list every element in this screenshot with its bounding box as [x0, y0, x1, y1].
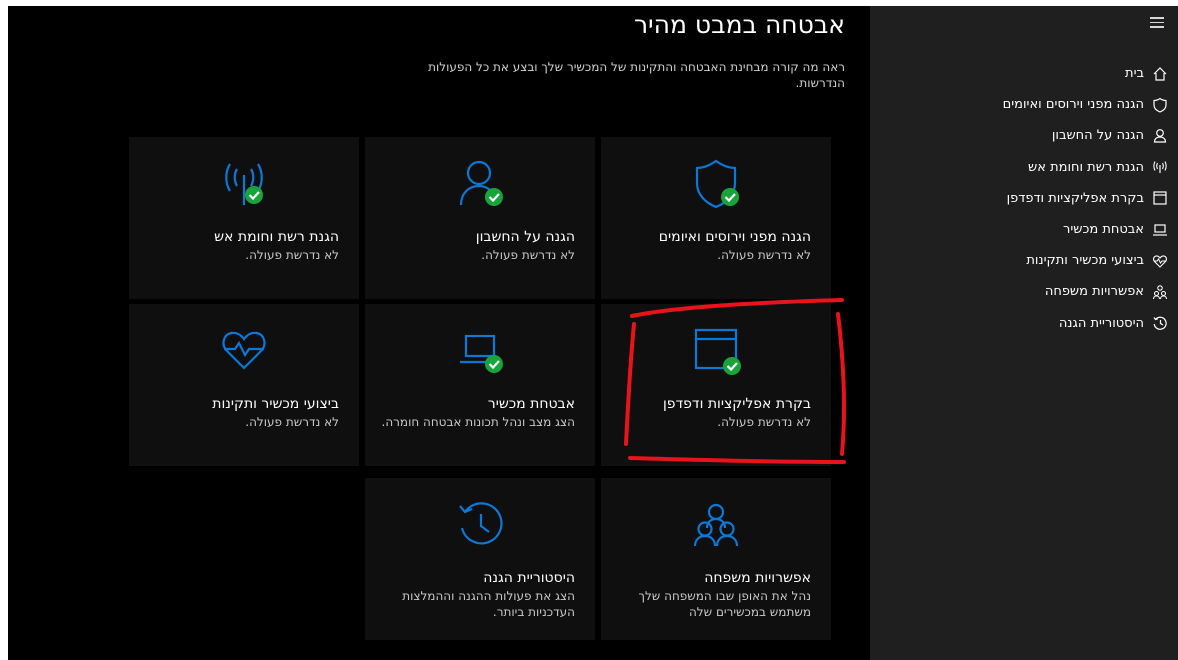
heart-icon	[1150, 251, 1170, 271]
tile-device-security[interactable]: אבטחת מכשיר הצג מצב ונהל תכונות אבטחה חו…	[365, 304, 595, 466]
sidebar-item-label: הגנת רשת וחומת אש	[1028, 159, 1144, 175]
antenna-check-icon	[218, 157, 270, 209]
sidebar-item-virus-protection[interactable]: הגנה מפני וירוסים ואיומים	[870, 89, 1178, 120]
main-content: אבטחה במבט מהיר ראה מה קורה מבחינת האבטח…	[8, 6, 870, 660]
tile-title: אפשרויות משפחה	[704, 570, 811, 586]
heart-icon	[218, 324, 270, 376]
tile-description: לא נדרשת פעולה.	[717, 415, 811, 429]
tile-title: הגנה על החשבון	[475, 229, 575, 245]
tile-virus-protection[interactable]: הגנה מפני וירוסים ואיומים לא נדרשת פעולה…	[601, 137, 831, 299]
sidebar-item-label: הגנה מפני וירוסים ואיומים	[1002, 97, 1144, 113]
sidebar-item-device-security[interactable]: אבטחת מכשיר	[870, 214, 1178, 245]
tile-firewall[interactable]: הגנת רשת וחומת אש לא נדרשת פעולה.	[129, 137, 359, 299]
sidebar-item-label: בקרת אפליקציות ודפדפן	[1006, 190, 1144, 206]
sidebar-item-firewall[interactable]: הגנת רשת וחומת אש	[870, 152, 1178, 183]
tile-description: לא נדרשת פעולה.	[717, 248, 811, 262]
tile-protection-history[interactable]: היסטוריית הגנה הצג את פעולות ההגנה וההמל…	[365, 478, 595, 640]
tile-title: היסטוריית הגנה	[483, 570, 575, 586]
tile-title: אבטחת מכשיר	[487, 396, 575, 412]
tile-account-protection[interactable]: הגנה על החשבון לא נדרשת פעולה.	[365, 137, 595, 299]
history-icon	[1150, 313, 1170, 333]
tile-description: הצג מצב ונהל תכונות אבטחה חומרה.	[381, 415, 576, 429]
family-icon	[1150, 282, 1170, 302]
laptop-icon	[1150, 220, 1170, 240]
sidebar-item-home[interactable]: בית	[870, 58, 1178, 89]
sidebar-item-app-browser-control[interactable]: בקרת אפליקציות ודפדפן	[870, 183, 1178, 214]
laptop-check-icon	[454, 324, 506, 376]
sidebar-item-label: אבטחת מכשיר	[1063, 222, 1144, 238]
shield-check-icon	[690, 157, 742, 209]
sidebar-item-device-performance[interactable]: ביצועי מכשיר ותקינות	[870, 245, 1178, 276]
browser-check-icon	[690, 324, 742, 376]
tile-title: בקרת אפליקציות ודפדפן	[662, 396, 811, 412]
hamburger-icon[interactable]	[1150, 17, 1164, 31]
sidebar-nav: בית הגנה מפני וירוסים ואיומים הגנה על הח…	[870, 58, 1178, 339]
security-app-window: אבטחה במבט מהיר ראה מה קורה מבחינת האבטח…	[8, 6, 1178, 660]
sidebar-item-label: היסטוריית הגנה	[1058, 315, 1144, 331]
family-icon	[690, 498, 742, 550]
tile-description: נהל את האופן שבו המשפחה שלך משתמש במכשיר…	[638, 589, 811, 619]
tile-description: לא נדרשת פעולה.	[245, 248, 339, 262]
tile-device-performance[interactable]: ביצועי מכשיר ותקינות לא נדרשת פעולה.	[129, 304, 359, 466]
page-title: אבטחה במבט מהיר	[633, 10, 845, 39]
tile-family-options[interactable]: אפשרויות משפחה נהל את האופן שבו המשפחה ש…	[601, 478, 831, 640]
sidebar-item-family-options[interactable]: אפשרויות משפחה	[870, 276, 1178, 307]
sidebar: בית הגנה מפני וירוסים ואיומים הגנה על הח…	[870, 6, 1178, 660]
tile-title: הגנה מפני וירוסים ואיומים	[658, 229, 811, 245]
tile-description: לא נדרשת פעולה.	[481, 248, 575, 262]
sidebar-item-label: הגנה על החשבון	[1051, 128, 1144, 144]
tile-title: ביצועי מכשיר ותקינות	[212, 396, 339, 412]
tile-app-browser-control[interactable]: בקרת אפליקציות ודפדפן לא נדרשת פעולה.	[601, 304, 831, 466]
person-check-icon	[454, 157, 506, 209]
sidebar-item-protection-history[interactable]: היסטוריית הגנה	[870, 308, 1178, 339]
history-icon	[454, 498, 506, 550]
sidebar-item-label: אפשרויות משפחה	[1044, 284, 1144, 300]
antenna-icon	[1150, 157, 1170, 177]
tile-title: הגנת רשת וחומת אש	[214, 229, 339, 245]
person-icon	[1150, 126, 1170, 146]
home-icon	[1150, 64, 1170, 84]
tile-description: הצג את פעולות ההגנה וההמלצות העדכניות בי…	[402, 589, 575, 619]
browser-icon	[1150, 188, 1170, 208]
page-subtitle: ראה מה קורה מבחינת האבטחה והתקינות של המ…	[428, 60, 845, 90]
sidebar-item-label: ביצועי מכשיר ותקינות	[1026, 253, 1144, 269]
shield-icon	[1150, 95, 1170, 115]
sidebar-item-label: בית	[1125, 66, 1144, 82]
sidebar-item-account-protection[interactable]: הגנה על החשבון	[870, 120, 1178, 151]
tile-description: לא נדרשת פעולה.	[245, 415, 339, 429]
